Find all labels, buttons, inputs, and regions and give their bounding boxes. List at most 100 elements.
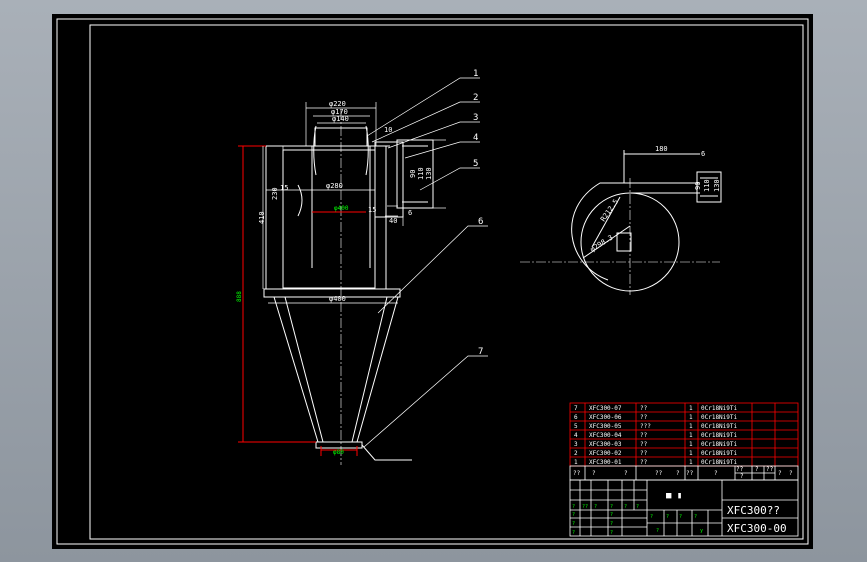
dim-inlet-90: 90 xyxy=(409,170,417,178)
bom-row-4-no: 4 xyxy=(574,432,578,439)
balloon-6: 6 xyxy=(478,217,483,227)
bom-row-4-code: XFC300-04 xyxy=(589,432,622,439)
bom-row-2-code: XFC300-02 xyxy=(589,450,622,457)
dim-410: 410 xyxy=(258,211,266,224)
drawing-canvas: φ220 φ170 φ140 φ280 φ400 φ400 φ80 15 15 … xyxy=(52,14,813,549)
dim-top-90: 90 xyxy=(694,182,702,190)
dim-d280: φ280 xyxy=(326,182,343,190)
bom-header-11: ? xyxy=(778,470,782,477)
drawing-title: XFC300?? xyxy=(727,504,780,517)
dim-total-height: 888 xyxy=(236,291,243,302)
balloon-4: 4 xyxy=(473,133,478,143)
bom-row-6-code: XFC300-06 xyxy=(589,414,622,421)
bom-row-6-qty: 1 xyxy=(689,414,693,421)
balloon-2: 2 xyxy=(473,93,478,103)
balloon-5: 5 xyxy=(473,159,478,169)
tb-label-13: ? xyxy=(666,514,669,520)
bom-row-3-code: XFC300-03 xyxy=(589,441,622,448)
dim-40: 40 xyxy=(389,217,397,225)
tb-label-2: ? xyxy=(594,504,597,510)
dim-d220: φ220 xyxy=(329,100,346,108)
bom-row-4-qty: 1 xyxy=(689,432,693,439)
bom-row-2-name: ?? xyxy=(640,450,648,457)
bom-row-1-material: 0Cr18Ni9Ti xyxy=(701,459,738,466)
company-mark: ■ ▮ xyxy=(666,491,682,501)
bom-row-7-material: 0Cr18Ni9Ti xyxy=(701,405,738,412)
tb-label-12: ? xyxy=(650,514,653,520)
bom-row-7-qty: 1 xyxy=(689,405,693,412)
tb-label-8: ? xyxy=(572,521,575,527)
bom-row-2-no: 2 xyxy=(574,450,578,457)
tb-label-16: ? xyxy=(656,528,659,534)
dim-top-130: 130 xyxy=(713,179,721,192)
tb-label-6: ? xyxy=(572,512,575,518)
tb-label-1: ?? xyxy=(582,504,588,510)
dim-top-110: 110 xyxy=(703,179,711,192)
bom-row-4-material: 0Cr18Ni9Ti xyxy=(701,432,738,439)
bom-row-7-name: ?? xyxy=(640,405,648,412)
dim-180: 180 xyxy=(655,145,668,153)
balloon-7: 7 xyxy=(478,347,483,357)
dim-inner: φ400 xyxy=(334,205,349,212)
bom-row-1-name: ?? xyxy=(640,459,648,466)
bom-header-0: ?? xyxy=(573,470,581,477)
tb-label-9: ? xyxy=(610,521,613,527)
tb-label-0: ? xyxy=(572,504,575,510)
bom-row-6-no: 6 xyxy=(574,414,578,421)
bom-header-1: ? xyxy=(592,470,596,477)
dim-15b: 15 xyxy=(368,206,376,214)
bom-row-7-code: XFC300-07 xyxy=(589,405,622,412)
bom-header-3: ?? xyxy=(655,470,663,477)
bom-row-2-qty: 1 xyxy=(689,450,693,457)
dim-15a: 15 xyxy=(280,184,288,192)
bom-row-5-no: 5 xyxy=(574,423,578,430)
bom-header-9: ?? xyxy=(766,466,774,473)
bom-row-7-no: 7 xyxy=(574,405,578,412)
bom-header-2: ? xyxy=(624,470,628,477)
bom-row-3-material: 0Cr18Ni9Ti xyxy=(701,441,738,448)
bom-header-4: ? xyxy=(676,470,680,477)
dim-inlet-110: 110 xyxy=(417,167,425,180)
bom-row-3-qty: 1 xyxy=(689,441,693,448)
dim-d400: φ400 xyxy=(329,295,346,303)
bom-header-10: ? xyxy=(740,473,744,480)
bom-header-7: ?? xyxy=(736,466,744,473)
bom-row-1-no: 1 xyxy=(574,459,578,466)
bom-row-3-name: ?? xyxy=(640,441,648,448)
dim-d140: φ140 xyxy=(332,115,349,123)
balloon-3: 3 xyxy=(473,113,478,123)
dim-230: 230 xyxy=(271,187,279,200)
bom-header-12: ? xyxy=(789,470,793,477)
dim-inlet-130: 130 xyxy=(425,167,433,180)
bom-row-6-material: 0Cr18Ni9Ti xyxy=(701,414,738,421)
tb-label-3: ? xyxy=(610,504,613,510)
balloon-1: 1 xyxy=(473,69,478,79)
dim-10: 10 xyxy=(384,126,392,134)
bom-row-1-code: XFC300-01 xyxy=(589,459,622,466)
tb-label-17: y xyxy=(700,528,703,534)
bom-row-2-material: 0Cr18Ni9Ti xyxy=(701,450,738,457)
dim-6: 6 xyxy=(408,209,412,217)
tb-label-15: ? xyxy=(694,514,697,520)
bom-row-5-name: ??? xyxy=(640,423,651,430)
bom-row-4-name: ?? xyxy=(640,432,648,439)
tb-label-7: ? xyxy=(610,512,613,518)
bom-row-3-no: 3 xyxy=(574,441,578,448)
dim-top-6: 6 xyxy=(701,150,705,158)
tb-label-14: ? xyxy=(679,514,682,520)
cad-viewport[interactable]: φ220 φ170 φ140 φ280 φ400 φ400 φ80 15 15 … xyxy=(0,0,867,562)
tb-label-5: ? xyxy=(636,504,639,510)
tb-label-11: ? xyxy=(610,530,613,536)
bom-header-6: ? xyxy=(714,470,718,477)
bom-row-1-qty: 1 xyxy=(689,459,693,466)
drawing-sheet xyxy=(52,14,813,549)
tb-label-4: ? xyxy=(624,504,627,510)
tb-label-10: ? xyxy=(572,530,575,536)
bom-row-5-qty: 1 xyxy=(689,423,693,430)
bom-header-8: ? xyxy=(755,466,759,473)
dim-outlet: φ80 xyxy=(333,449,344,456)
bom-row-5-material: 0Cr18Ni9Ti xyxy=(701,423,738,430)
bom-row-6-name: ?? xyxy=(640,414,648,421)
drawing-number: XFC300-00 xyxy=(727,522,787,535)
bom-row-5-code: XFC300-05 xyxy=(589,423,622,430)
